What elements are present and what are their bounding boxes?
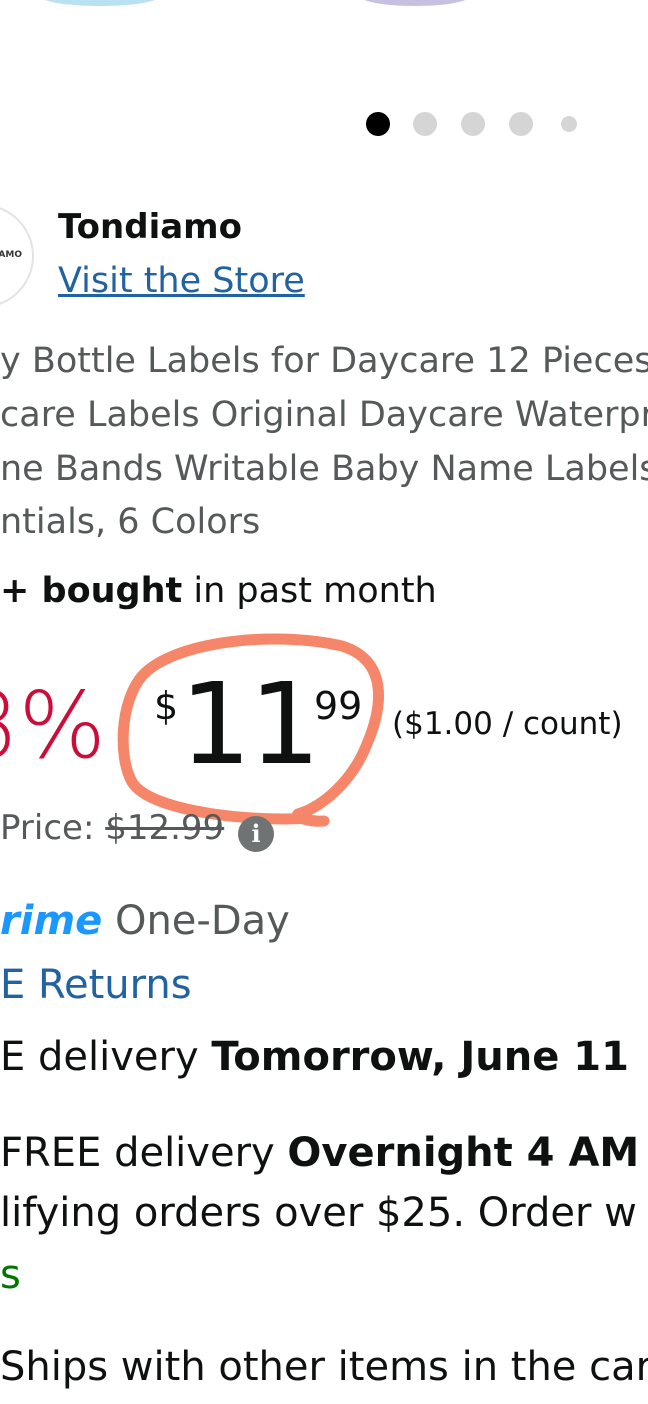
carousel-dot-2[interactable]: [413, 112, 437, 136]
fastest-prefix: FREE delivery: [0, 1130, 288, 1176]
product-title-line: ne Bands Writable Baby Name Labels: [0, 449, 648, 489]
list-price-value: $12.99: [105, 808, 225, 848]
prime-one-day: One-Day: [102, 898, 290, 944]
delivery-details-link[interactable]: s: [0, 1252, 21, 1298]
visit-store-link[interactable]: Visit the Store: [58, 261, 305, 301]
brand-name: Tondiamo: [58, 207, 242, 247]
bought-suffix: in past month: [182, 571, 437, 611]
carousel-dot-1[interactable]: [366, 112, 390, 136]
product-image-carousel[interactable]: [0, 0, 648, 10]
delivery-date: Tomorrow, June 11: [211, 1034, 629, 1080]
fastest-time: Overnight 4 AM -: [287, 1130, 648, 1176]
price-per-unit: ($1.00 / count): [392, 706, 623, 742]
delivery-prefix: E delivery: [0, 1034, 212, 1080]
product-title-line: y Bottle Labels for Daycare 12 Pieces: [0, 341, 648, 381]
free-returns-link[interactable]: E Returns: [0, 962, 192, 1008]
prime-badge: rime One-Day: [0, 898, 290, 944]
product-image-edge: [360, 0, 470, 6]
prime-logo-text: rime: [0, 898, 103, 944]
carousel-dot-5[interactable]: [561, 116, 577, 132]
price-info-icon[interactable]: i: [238, 816, 274, 852]
ships-with-other-items: Ships with other items in the car: [0, 1344, 648, 1390]
discount-percent: 8%: [0, 672, 106, 779]
product-title-line: ntials, 6 Colors: [0, 502, 261, 542]
carousel-dot-4[interactable]: [509, 112, 533, 136]
carousel-pagination: [364, 112, 584, 136]
fastest-delivery: FREE delivery Overnight 4 AM -: [0, 1130, 648, 1176]
product-image-edge: [40, 0, 160, 6]
qualifying-orders-text: lifying orders over $25. Order w: [0, 1190, 637, 1236]
list-price: Price: $12.99: [0, 808, 224, 848]
list-price-label: Price:: [0, 808, 106, 848]
bought-count: + bought: [0, 571, 183, 611]
bought-in-past-month: + bought in past month: [0, 571, 437, 611]
product-detail-page: AMO Tondiamo Visit the Store y Bottle La…: [0, 0, 648, 1404]
carousel-dot-3[interactable]: [461, 112, 485, 136]
brand-logo[interactable]: AMO: [0, 204, 34, 308]
product-title-line: care Labels Original Daycare Waterpro: [0, 395, 648, 435]
delivery-estimate: E delivery Tomorrow, June 11: [0, 1034, 629, 1080]
brand-logo-text: AMO: [0, 250, 22, 260]
